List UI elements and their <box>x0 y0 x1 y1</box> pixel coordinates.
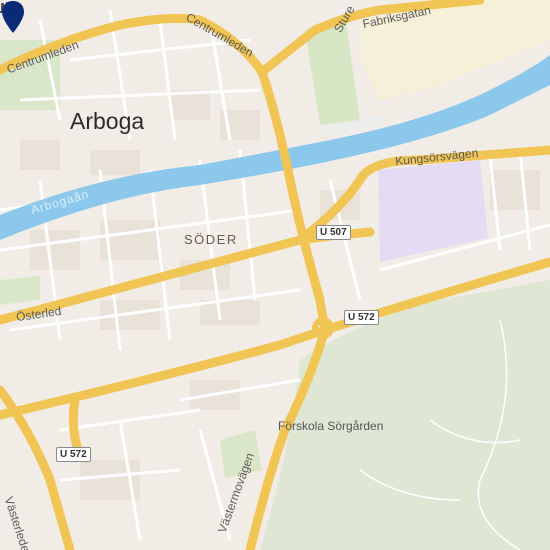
park-area <box>0 276 40 305</box>
route-shield-u572: U 572 <box>56 447 91 462</box>
location-pin-icon[interactable] <box>0 0 26 34</box>
map-canvas[interactable]: Arboga SÖDER Centrumleden Centrumleden S… <box>0 0 550 550</box>
route-shield-u507: U 507 <box>316 225 351 240</box>
map-layer <box>0 0 550 550</box>
route-shield-u572: U 572 <box>344 310 379 325</box>
